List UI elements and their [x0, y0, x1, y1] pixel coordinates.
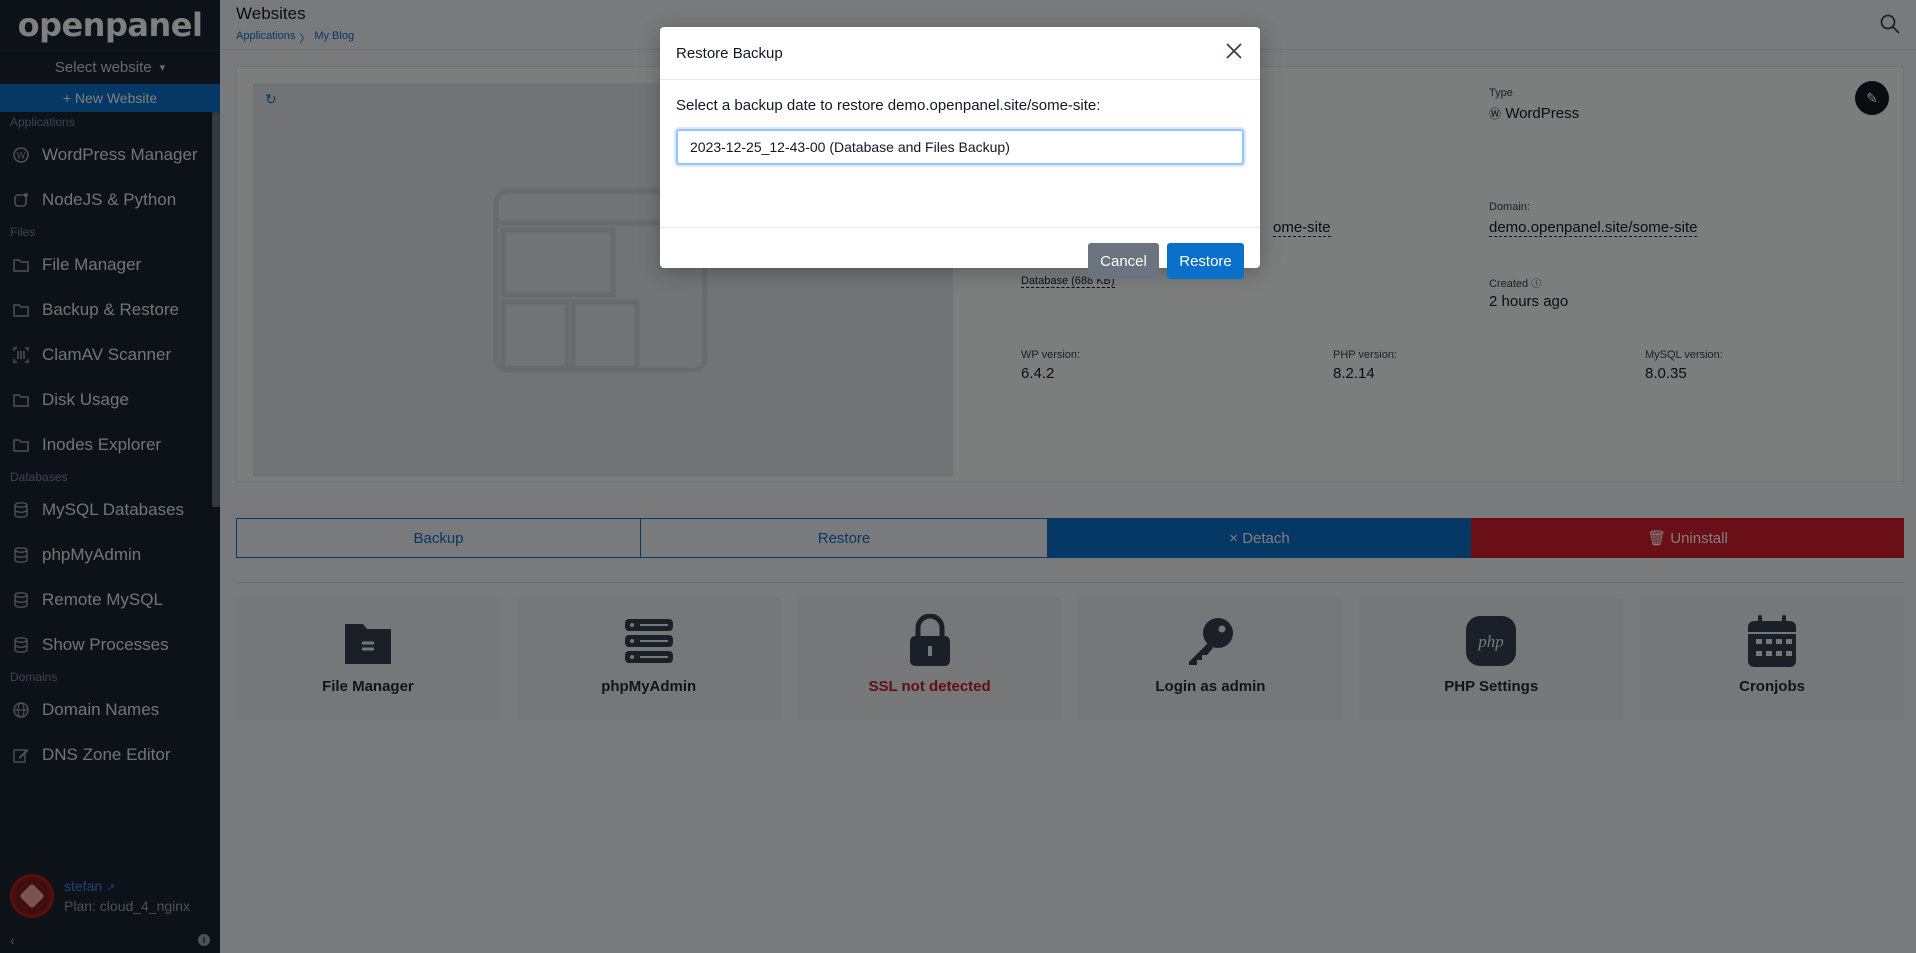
modal-title: Restore Backup: [676, 44, 783, 62]
backup-date-select[interactable]: 2023-12-25_12-43-00 (Database and Files …: [676, 129, 1244, 165]
confirm-restore-button[interactable]: Restore: [1167, 243, 1244, 279]
modal-prompt: Select a backup date to restore demo.ope…: [676, 97, 1101, 114]
modal-footer: Cancel Restore: [660, 228, 1260, 294]
close-icon[interactable]: [1224, 41, 1246, 63]
restore-backup-dialog: Restore Backup Select a backup date to r…: [660, 27, 1260, 279]
modal-body: Select a backup date to restore demo.ope…: [660, 80, 1260, 228]
cancel-button[interactable]: Cancel: [1088, 243, 1159, 279]
modal-header: Restore Backup: [660, 27, 1260, 80]
